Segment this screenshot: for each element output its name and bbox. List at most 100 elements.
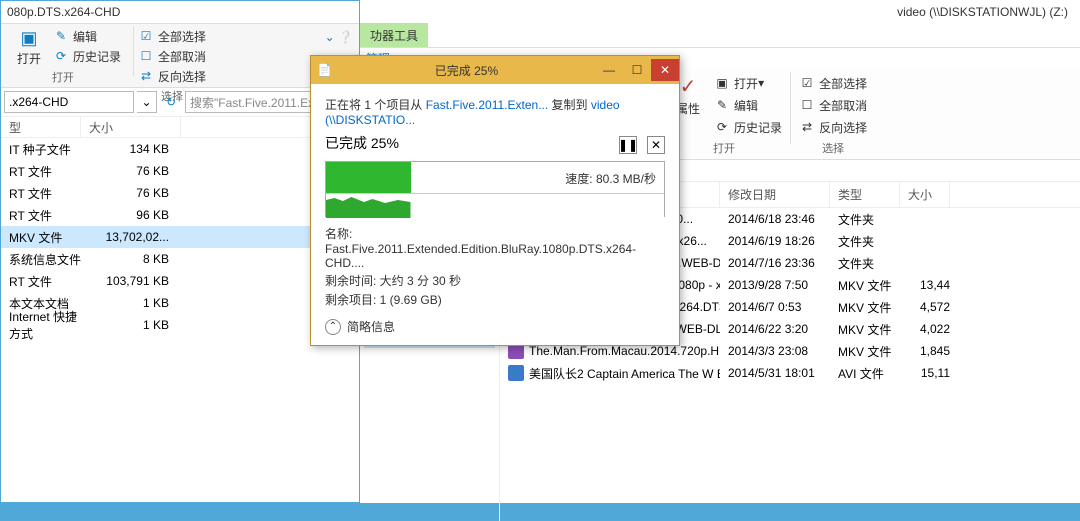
open-icon: ▣: [714, 75, 730, 91]
file-type: 文件夹: [830, 211, 900, 228]
select-all-button[interactable]: ☑全部选择: [138, 27, 206, 45]
invert-icon: ⇄: [799, 119, 815, 135]
copy-progress-dialog: 📄 已完成 25% — ☐ ✕ 正在将 1 个项目从 Fast.Five.201…: [310, 55, 680, 346]
file-type: RT 文件: [1, 273, 81, 290]
explorer-window-source: 080p.DTS.x264-CHD ▣ 打开 ✎编辑 ⟳历史记录 打开 ☑全部选…: [0, 0, 360, 503]
file-date: 2014/6/18 23:46: [720, 212, 830, 226]
invert-button[interactable]: ⇄反向选择: [799, 117, 867, 137]
file-size: 4,022: [900, 322, 950, 336]
file-row[interactable]: Internet 快捷方式1 KB: [1, 314, 359, 336]
progress-bar-speed: [326, 194, 664, 218]
column-headers: 型 大小: [1, 116, 359, 138]
file-type: 文件夹: [830, 255, 900, 272]
invert-button[interactable]: ⇄反向选择: [138, 67, 206, 85]
ribbon-group-select: ☑全部选择 ☐全部取消 ⇄反向选择 选择: [138, 26, 206, 85]
ribbon-tabs: 功器工具: [360, 23, 1080, 48]
help-icon[interactable]: ⌄ ❔: [325, 30, 353, 44]
deselect-button[interactable]: ☐全部取消: [138, 47, 206, 65]
pause-button[interactable]: ❚❚: [619, 136, 637, 154]
source-link[interactable]: Fast.Five.2011.Exten...: [426, 98, 549, 112]
edit-button[interactable]: ✎编辑: [53, 27, 121, 45]
file-size: 15,11: [900, 366, 950, 380]
detail-time: 剩余时间: 大约 3 分 30 秒: [325, 272, 665, 289]
file-name: 美国队长2 Captain America The W Er ...: [500, 365, 720, 382]
file-type: 文件夹: [830, 233, 900, 250]
file-row[interactable]: RT 文件76 KB: [1, 160, 359, 182]
address-dropdown[interactable]: ⌄: [137, 91, 157, 113]
copy-description: 正在将 1 个项目从 Fast.Five.2011.Exten... 复制到 v…: [325, 96, 665, 127]
file-date: 2014/7/16 23:36: [720, 256, 830, 270]
file-type: MKV 文件: [830, 277, 900, 294]
dialog-icon: 📄: [317, 63, 332, 77]
open-button[interactable]: ▣ 打开: [5, 26, 53, 67]
file-type: Internet 快捷方式: [1, 308, 81, 342]
select-all-button[interactable]: ☑全部选择: [799, 73, 867, 93]
separator: [133, 26, 134, 76]
deselect-icon: ☐: [138, 48, 154, 64]
progress-chart: 速度: 80.3 MB/秒: [325, 161, 665, 217]
ribbon-group-select: ☑全部选择 ☐全部取消 ⇄反向选择 选择: [793, 72, 873, 155]
file-row[interactable]: 系统信息文件8 KB: [1, 248, 359, 270]
select-all-icon: ☑: [138, 28, 154, 44]
detail-name: 名称: Fast.Five.2011.Extended.Edition.BluR…: [325, 225, 665, 270]
file-row[interactable]: RT 文件76 KB: [1, 182, 359, 204]
file-size: 134 KB: [81, 142, 181, 156]
fewer-details-toggle[interactable]: ⌃ 简略信息: [325, 318, 665, 335]
file-date: 2014/6/7 0:53: [720, 300, 830, 314]
deselect-icon: ☐: [799, 97, 815, 113]
file-row[interactable]: 美国队长2 Captain America The W Er ...2014/5…: [500, 362, 1080, 384]
file-type: RT 文件: [1, 185, 81, 202]
col-type[interactable]: 类型: [830, 182, 900, 207]
cancel-button[interactable]: ✕: [647, 136, 665, 154]
tab-drive-tools[interactable]: 功器工具: [360, 23, 428, 47]
address-input[interactable]: .x264-CHD: [4, 91, 134, 113]
file-size: 4,572: [900, 300, 950, 314]
file-row[interactable]: RT 文件96 KB: [1, 204, 359, 226]
edit-icon: ✎: [53, 28, 69, 44]
open-icon: ▣: [17, 26, 41, 50]
file-date: 2013/9/28 7:50: [720, 278, 830, 292]
edit-button[interactable]: ✎编辑: [714, 95, 782, 115]
file-size: 96 KB: [81, 208, 181, 222]
col-size[interactable]: 大小: [900, 182, 950, 207]
file-size: 103,791 KB: [81, 274, 181, 288]
file-type: RT 文件: [1, 207, 81, 224]
file-row[interactable]: IT 种子文件134 KB: [1, 138, 359, 160]
col-size[interactable]: 大小: [81, 117, 181, 137]
address-bar: .x264-CHD ⌄ ↻ 搜索"Fast.Five.2011.Extend: [1, 88, 359, 116]
speed-label: 速度: 80.3 MB/秒: [565, 170, 656, 187]
file-size: 1,845: [900, 344, 950, 358]
deselect-button[interactable]: ☐全部取消: [799, 95, 867, 115]
progress-fill: [326, 162, 411, 193]
maximize-button[interactable]: ☐: [623, 59, 651, 81]
file-type: IT 种子文件: [1, 141, 81, 158]
file-type: RT 文件: [1, 163, 81, 180]
file-type: 系统信息文件: [1, 251, 81, 268]
file-size: 76 KB: [81, 164, 181, 178]
separator: [790, 72, 791, 144]
dialog-title-bar[interactable]: 📄 已完成 25% — ☐ ✕: [311, 56, 679, 84]
history-button[interactable]: ⟳历史记录: [53, 47, 121, 65]
window-title: video (\\DISKSTATIONWJL) (Z:): [897, 5, 1068, 19]
chevron-up-icon: ⌃: [325, 319, 341, 335]
open-button[interactable]: ▣打开 ▾: [714, 73, 782, 93]
file-size: 13,44: [900, 278, 950, 292]
dialog-body: 正在将 1 个项目从 Fast.Five.2011.Exten... 复制到 v…: [311, 84, 679, 345]
close-button[interactable]: ✕: [651, 59, 679, 81]
file-date: 2014/3/3 23:08: [720, 344, 830, 358]
minimize-button[interactable]: —: [595, 59, 623, 81]
file-type: MKV 文件: [830, 299, 900, 316]
col-date[interactable]: 修改日期: [720, 182, 830, 207]
col-type[interactable]: 型: [1, 117, 81, 137]
watermark-text: 什么值得买: [1008, 476, 1068, 493]
file-row[interactable]: RT 文件103,791 KB: [1, 270, 359, 292]
history-icon: ⟳: [53, 48, 69, 64]
file-list: 型 大小 IT 种子文件134 KBRT 文件76 KBRT 文件76 KBRT…: [1, 116, 359, 336]
ribbon-group-open: ▣ 打开 ✎编辑 ⟳历史记录 打开: [5, 26, 121, 85]
speed-graph: [326, 194, 411, 218]
refresh-button[interactable]: ↻: [160, 91, 182, 113]
file-row[interactable]: MKV 文件13,702,02...: [1, 226, 359, 248]
history-button[interactable]: ⟳历史记录: [714, 117, 782, 137]
file-date: 2014/6/22 3:20: [720, 322, 830, 336]
copy-details: 名称: Fast.Five.2011.Extended.Edition.BluR…: [325, 225, 665, 308]
